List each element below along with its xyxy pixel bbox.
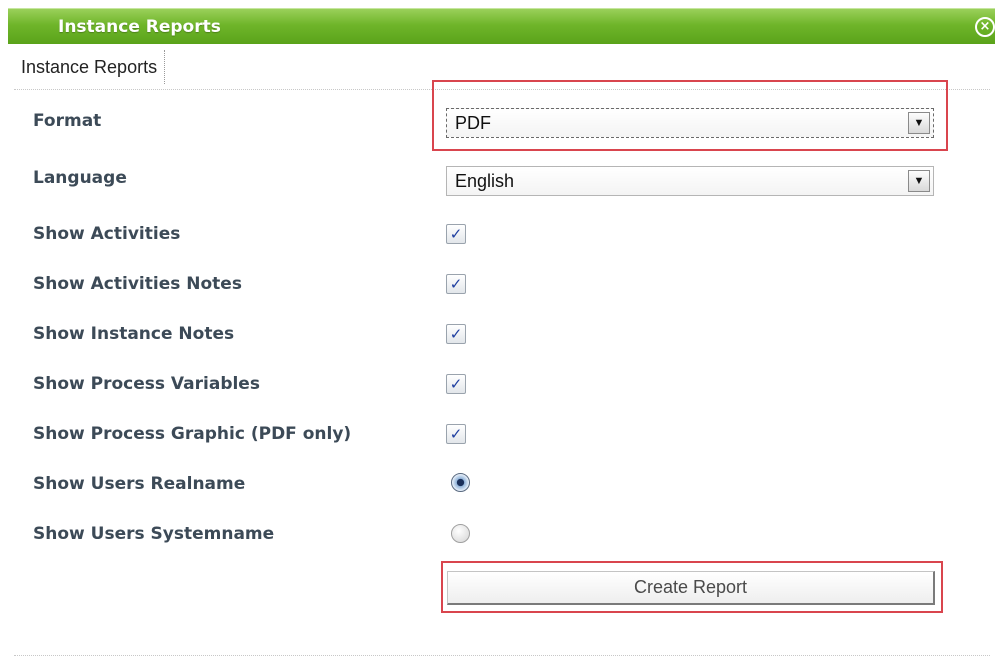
format-select-value: PDF (455, 113, 491, 133)
show-users-realname-radio[interactable] (451, 473, 470, 492)
dialog-title: Instance Reports (58, 17, 221, 37)
show-process-graphic-label: Show Process Graphic (PDF only) (33, 424, 352, 444)
dialog-titlebar: Instance Reports × (8, 8, 995, 44)
divider (14, 655, 990, 656)
show-process-variables-checkbox[interactable]: ✓ (446, 374, 466, 394)
language-select[interactable]: English ▼ (446, 166, 934, 196)
language-label: Language (33, 168, 127, 188)
close-icon[interactable]: × (975, 17, 995, 37)
show-users-systemname-label: Show Users Systemname (33, 524, 275, 544)
show-activities-label: Show Activities (33, 224, 181, 244)
show-instance-notes-checkbox[interactable]: ✓ (446, 324, 466, 344)
show-users-realname-label: Show Users Realname (33, 474, 246, 494)
show-users-systemname-radio[interactable] (451, 524, 470, 543)
create-report-button[interactable]: Create Report (447, 571, 935, 605)
show-instance-notes-label: Show Instance Notes (33, 324, 235, 344)
show-activities-notes-checkbox[interactable]: ✓ (446, 274, 466, 294)
tab-instance-reports[interactable]: Instance Reports (14, 50, 166, 84)
language-select-value: English (455, 171, 515, 191)
format-select[interactable]: PDF ▼ (446, 108, 934, 138)
show-activities-checkbox[interactable]: ✓ (446, 224, 466, 244)
format-label: Format (33, 111, 102, 131)
show-activities-notes-label: Show Activities Notes (33, 274, 242, 294)
show-process-graphic-checkbox[interactable]: ✓ (446, 424, 466, 444)
show-process-variables-label: Show Process Variables (33, 374, 260, 394)
chevron-down-icon[interactable]: ▼ (908, 112, 930, 134)
chevron-down-icon[interactable]: ▼ (908, 170, 930, 192)
